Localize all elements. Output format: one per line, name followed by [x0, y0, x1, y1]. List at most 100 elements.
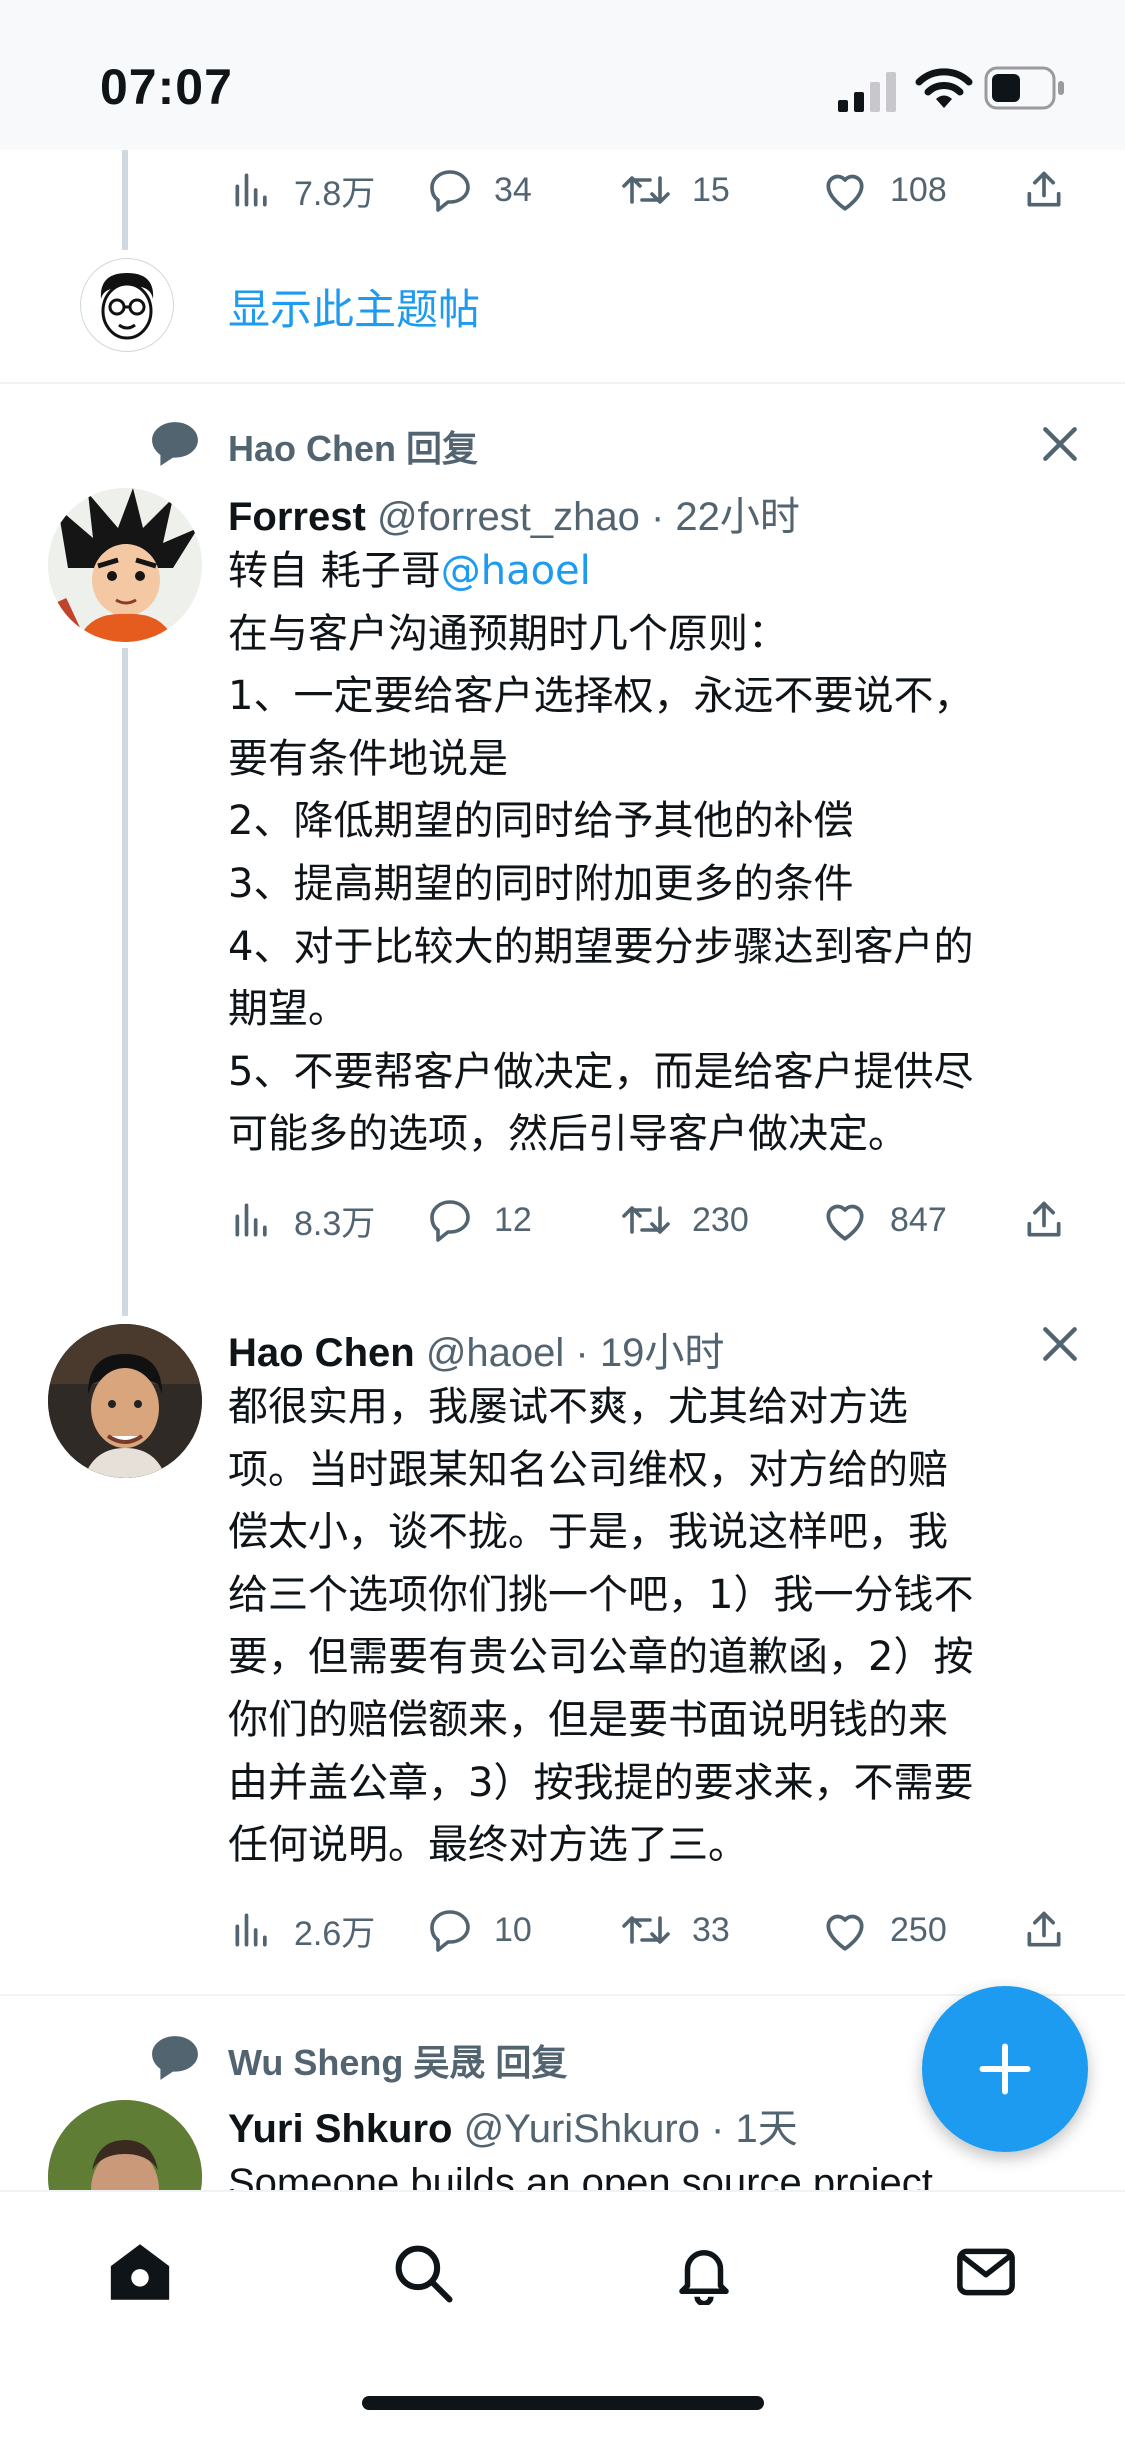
tweet-line: 你们的赔偿额来，但是要书面说明钱的来 — [228, 1696, 948, 1743]
like-button[interactable]: 847 — [820, 1190, 947, 1250]
tab-search[interactable] — [382, 2232, 462, 2312]
views-count: 7.8万 — [294, 174, 376, 213]
share-icon — [1027, 1911, 1061, 1947]
reply-context-icon — [152, 2036, 198, 2080]
retweet-button[interactable]: 33 — [620, 1900, 730, 1960]
retweet-count: 230 — [692, 1200, 749, 1239]
tweet-actions: 7.8万 34 15 108 — [230, 160, 1070, 220]
views-icon — [235, 173, 267, 207]
share-button[interactable] — [1022, 160, 1086, 220]
reply-count: 12 — [494, 1200, 532, 1239]
views-button[interactable]: 7.8万 — [230, 160, 375, 220]
cellular-signal-icon — [838, 72, 896, 112]
tweet-line: 由并盖公章，3）按我提的要求来，不需要 — [228, 1759, 974, 1806]
close-icon[interactable] — [1038, 422, 1082, 466]
reply-button[interactable]: 34 — [426, 160, 532, 220]
tweet-line: 要有条件地说是 — [228, 735, 508, 782]
tweet-line: 可能多的选项，然后引导客户做决定。 — [228, 1111, 908, 1158]
divider — [0, 382, 1125, 384]
tweet-line: 要，但需要有贵公司公章的道歉函，2）按 — [228, 1634, 974, 1681]
share-icon — [1027, 1201, 1061, 1237]
tweet-actions: 2.6万 10 33 250 — [230, 1900, 1070, 1960]
reply-icon — [430, 170, 470, 212]
reply-count: 34 — [494, 170, 532, 209]
avatar-forrest[interactable] — [48, 488, 202, 642]
close-icon[interactable] — [1038, 1322, 1082, 1366]
messages-icon — [957, 2248, 1015, 2296]
retweet-count: 15 — [692, 170, 730, 209]
heart-icon — [826, 1204, 864, 1241]
retweet-button[interactable]: 15 — [620, 160, 730, 220]
like-button[interactable]: 108 — [820, 160, 947, 220]
views-button[interactable]: 8.3万 — [230, 1190, 375, 1250]
tweet-line: 都很实用，我屡试不爽，尤其给对方选 — [228, 1384, 908, 1430]
tweet-header: Forrest @forrest_zhao · 22小时 — [228, 484, 800, 542]
reply-context: Hao Chen 回复 — [228, 428, 479, 469]
reply-count: 10 — [494, 1910, 532, 1949]
reply-button[interactable]: 12 — [426, 1190, 532, 1250]
search-icon — [395, 2245, 453, 2303]
author-name[interactable]: Hao Chen — [228, 1331, 415, 1375]
tweet-line: 1、一定要给客户选择权，永远不要说不， — [228, 673, 974, 720]
tweet-body: 都很实用，我屡试不爽，尤其给对方选 项。当时跟某知名公司维权，对方给的赔 偿太小… — [228, 1376, 1078, 1877]
thread-connector — [122, 150, 128, 250]
tweet-header: Hao Chen @haoel · 19小时 — [228, 1320, 724, 1378]
tweet-line: 在与客户沟通预期时几个原则： — [228, 610, 788, 657]
home-indicator — [362, 2396, 764, 2410]
retweet-count: 33 — [692, 1910, 730, 1949]
small-avatar — [80, 258, 174, 352]
share-button[interactable] — [1022, 1900, 1086, 1960]
status-bar: 07:07 — [0, 0, 1125, 150]
tweet-line: 任何说明。最终对方选了三。 — [228, 1822, 748, 1869]
person-photo-icon — [48, 1324, 202, 1478]
author-name[interactable]: Forrest — [228, 495, 366, 539]
views-button[interactable]: 2.6万 — [230, 1900, 375, 1960]
plus-icon — [979, 2043, 1031, 2095]
reply-icon — [430, 1200, 470, 1242]
tweet-line: 转自 耗子哥@haoel — [228, 548, 591, 594]
share-icon — [1027, 171, 1061, 207]
reply-context-icon — [152, 422, 198, 466]
reply-button[interactable]: 10 — [426, 1900, 532, 1960]
show-thread-link[interactable]: 显示此主题帖 — [228, 276, 480, 337]
notifications-icon — [679, 2250, 729, 2305]
goku-avatar-icon — [48, 488, 202, 642]
views-icon — [235, 1913, 267, 1947]
cartoon-face-icon — [100, 273, 154, 340]
battery-icon — [984, 66, 1064, 110]
tweet-line: 2、降低期望的同时给予其他的补偿 — [228, 798, 854, 845]
tweet-line: 5、不要帮客户做决定，而是给客户提供尽 — [228, 1048, 974, 1095]
author-handle-time: @forrest_zhao · 22小时 — [376, 495, 800, 539]
compose-tweet-button[interactable] — [922, 1986, 1088, 2152]
wifi-icon — [915, 68, 973, 108]
author-name[interactable]: Yuri Shkuro — [228, 2107, 453, 2151]
author-handle-time: @YuriShkuro · 1天 — [463, 2107, 798, 2151]
tab-notifications[interactable] — [664, 2232, 744, 2312]
tweet-line: 项。当时跟某知名公司维权，对方给的赔 — [228, 1446, 948, 1493]
retweet-icon — [622, 176, 670, 204]
retweet-icon — [622, 1206, 670, 1234]
like-button[interactable]: 250 — [820, 1900, 947, 1960]
tab-messages[interactable] — [946, 2232, 1026, 2312]
share-button[interactable] — [1022, 1190, 1086, 1250]
tweet-line: 4、对于比较大的期望要分步骤达到客户的 — [228, 923, 974, 970]
tweet-line: 给三个选项你们挑一个吧，1）我一分钱不 — [228, 1571, 974, 1618]
views-count: 2.6万 — [294, 1914, 376, 1953]
like-count: 108 — [890, 170, 947, 209]
tweet-line: 3、提高期望的同时附加更多的条件 — [228, 860, 854, 907]
like-count: 847 — [890, 1200, 947, 1239]
author-handle-time: @haoel · 19小时 — [425, 1331, 725, 1375]
reply-icon — [430, 1910, 470, 1952]
tweet-line: 偿太小，谈不拢。于是，我说这样吧，我 — [228, 1509, 948, 1556]
heart-icon — [826, 1914, 864, 1951]
thread-connector — [122, 648, 128, 1316]
like-count: 250 — [890, 1910, 947, 1949]
avatar-hao-chen[interactable] — [48, 1324, 202, 1478]
views-icon — [235, 1203, 267, 1237]
retweet-button[interactable]: 230 — [620, 1190, 749, 1250]
retweet-icon — [622, 1916, 670, 1944]
reply-context: Wu Sheng 吴晟 回复 — [228, 2042, 568, 2083]
tab-home[interactable] — [100, 2232, 180, 2312]
mention-link[interactable]: @haoel — [441, 548, 591, 594]
divider — [0, 1994, 1125, 1996]
